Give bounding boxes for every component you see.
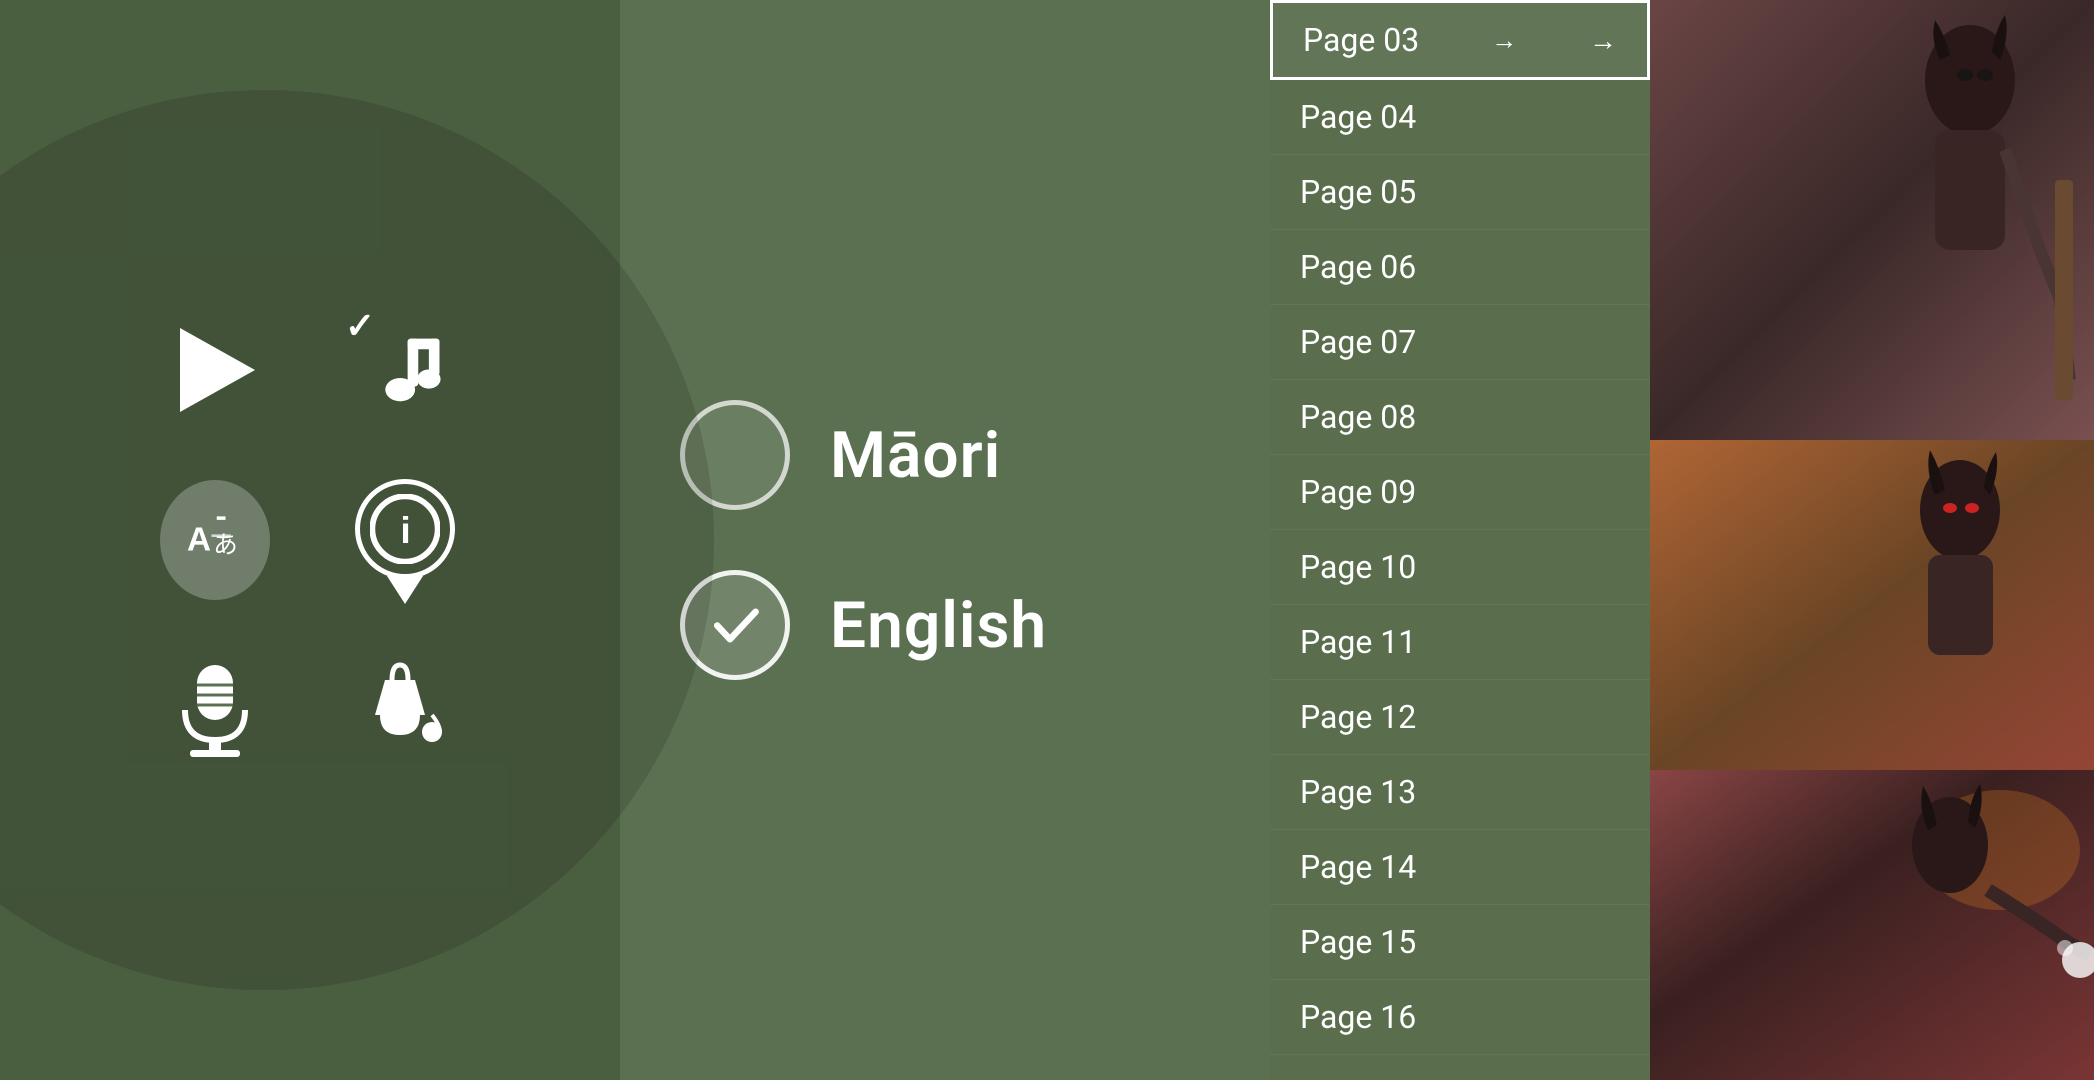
selected-arrow-icon: → [1491,25,1517,56]
info-circle-icon: i [355,479,455,579]
page-list-item[interactable]: Page 14 [1270,830,1650,905]
page-list-item[interactable]: Page 11 [1270,605,1650,680]
page-list-item[interactable]: Page 07 [1270,305,1650,380]
comic-image-bot [1650,770,2094,1080]
page-list-item[interactable]: Page 03 → [1270,0,1650,80]
music-button[interactable]: ✓ [350,315,460,425]
english-language-option[interactable]: English [680,570,1047,680]
page-list-item[interactable]: Page 17 [1270,1055,1650,1080]
svg-text:A: A [187,522,211,559]
page-list-item[interactable]: Page 09 [1270,455,1650,530]
page-list-item[interactable]: Page 05 [1270,155,1650,230]
translate-button[interactable]: A あ [160,485,270,595]
page-list-item[interactable]: Page 04 [1270,80,1650,155]
language-panel: Māori English [620,0,1270,1080]
comic-image-mid [1650,440,2094,770]
page-list-item[interactable]: Page 15 [1270,905,1650,980]
page-list-item[interactable]: Page 08 [1270,380,1650,455]
page-list-item[interactable]: Page 06 [1270,230,1650,305]
maori-radio-circle [680,400,790,510]
english-radio-circle [680,570,790,680]
controls-grid: ✓ A あ [160,315,460,765]
page-list-item[interactable]: Page 12 [1270,680,1650,755]
page-list-item[interactable]: Page 13 [1270,755,1650,830]
page-list-item[interactable]: Page 16 [1270,980,1650,1055]
english-label: English [830,588,1047,663]
music-check-icon: ✓ [345,305,375,347]
maori-label: Māori [830,418,1001,493]
page-list-item[interactable]: Page 10 [1270,530,1650,605]
microphone-button[interactable] [160,655,270,765]
paint-button[interactable] [350,655,460,765]
svg-text:i: i [400,509,410,551]
maori-language-option[interactable]: Māori [680,400,1001,510]
translate-circle: A あ [160,480,270,600]
comic-image-top [1650,0,2094,440]
left-controls-panel: ✓ A あ [0,0,620,1080]
comic-preview-panel [1650,0,2094,1080]
play-button[interactable] [160,315,270,425]
page-list-panel: Page 03 →Page 04Page 05Page 06Page 07Pag… [1270,0,1650,1080]
info-button[interactable]: i [350,485,460,595]
